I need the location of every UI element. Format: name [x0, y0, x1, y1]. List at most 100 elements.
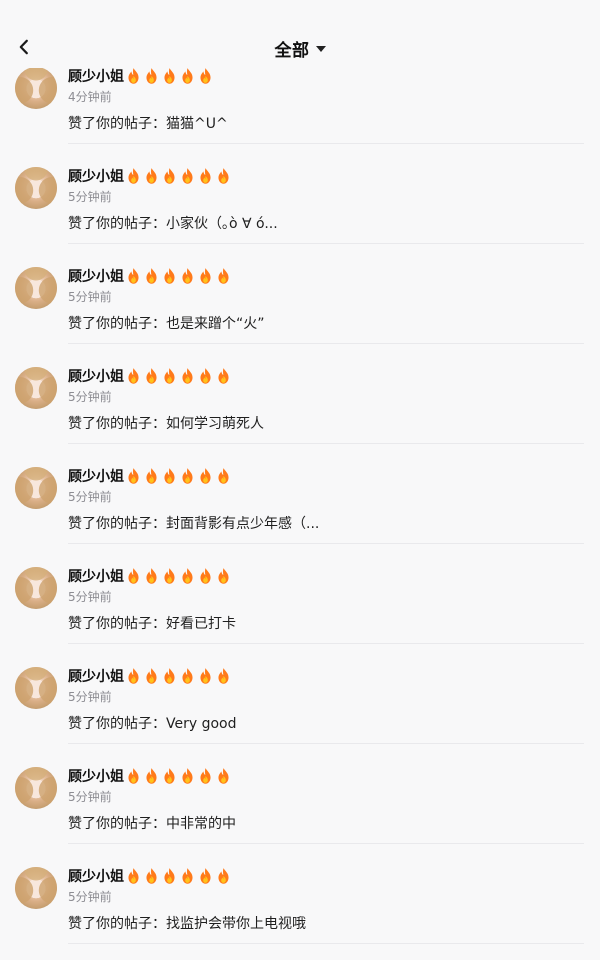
flame-icon	[162, 267, 180, 285]
notification-item[interactable]: 顾少小姐 5分钟前 赞了你的帖子：好看已打卡	[0, 567, 600, 667]
flame-icon	[162, 567, 180, 585]
flame-badges	[126, 167, 234, 185]
flame-badges	[126, 567, 234, 585]
flame-icon	[144, 567, 162, 585]
flame-icon	[216, 667, 234, 685]
divider	[68, 343, 584, 344]
flame-icon	[144, 867, 162, 885]
notification-text[interactable]: 赞了你的帖子：中非常的中	[68, 813, 236, 833]
flame-icon	[144, 367, 162, 385]
timestamp: 5分钟前	[68, 390, 112, 404]
notification-item[interactable]: 顾少小姐 5分钟前 赞了你的帖子：找监护会带你上电视哦	[0, 867, 600, 960]
notification-text[interactable]: 赞了你的帖子：小家伙（｡ò ∀ ó...	[68, 213, 278, 233]
flame-icon	[216, 167, 234, 185]
user-avatar[interactable]	[15, 167, 57, 209]
flame-icon	[126, 767, 144, 785]
flame-badges	[126, 267, 234, 285]
flame-badges	[126, 667, 234, 685]
flame-icon	[126, 667, 144, 685]
flame-icon	[216, 267, 234, 285]
user-name[interactable]: 顾少小姐	[68, 466, 124, 486]
flame-icon	[198, 67, 216, 85]
name-row: 顾少小姐	[68, 567, 234, 585]
user-name[interactable]: 顾少小姐	[68, 66, 124, 86]
user-avatar[interactable]	[15, 767, 57, 809]
user-name[interactable]: 顾少小姐	[68, 766, 124, 786]
divider	[68, 643, 584, 644]
flame-icon	[180, 367, 198, 385]
timestamp: 5分钟前	[68, 190, 112, 204]
flame-badges	[126, 467, 234, 485]
flame-icon	[144, 667, 162, 685]
user-name[interactable]: 顾少小姐	[68, 266, 124, 286]
flame-icon	[198, 467, 216, 485]
filter-dropdown[interactable]: 全部	[0, 36, 600, 61]
flame-icon	[144, 267, 162, 285]
user-name[interactable]: 顾少小姐	[68, 566, 124, 586]
flame-icon	[180, 567, 198, 585]
notification-text[interactable]: 赞了你的帖子：如何学习萌死人	[68, 413, 264, 433]
flame-icon	[216, 567, 234, 585]
user-avatar[interactable]	[15, 567, 57, 609]
flame-badges	[126, 867, 234, 885]
user-name[interactable]: 顾少小姐	[68, 866, 124, 886]
notification-item[interactable]: 顾少小姐 5分钟前赞了你的帖子：小家伙（｡ò ∀ ó...	[0, 167, 600, 267]
flame-icon	[216, 767, 234, 785]
notifications-screen: 顾少小姐 4分钟前 赞了你的帖子：猫猫^U^ 顾少小姐 5分钟前 赞了你的帖子：小家伙（｡…	[0, 0, 600, 960]
flame-icon	[198, 267, 216, 285]
flame-icon	[126, 167, 144, 185]
divider	[68, 843, 584, 844]
flame-icon	[144, 167, 162, 185]
name-row: 顾少小姐	[68, 467, 234, 485]
notification-item[interactable]: 顾少小姐 5分钟前 赞了你的帖子：Very good	[0, 667, 600, 767]
user-name[interactable]: 顾少小姐	[68, 366, 124, 386]
flame-badges	[126, 767, 234, 785]
notification-text[interactable]: 赞了你的帖子：猫猫^U^	[68, 113, 228, 133]
user-avatar[interactable]	[15, 67, 57, 109]
flame-icon	[198, 767, 216, 785]
user-avatar[interactable]	[15, 867, 57, 909]
flame-icon	[126, 867, 144, 885]
name-row: 顾少小姐	[68, 167, 234, 185]
flame-icon	[198, 667, 216, 685]
notification-text[interactable]: 赞了你的帖子：好看已打卡	[68, 613, 236, 633]
flame-icon	[126, 67, 144, 85]
flame-icon	[180, 467, 198, 485]
notification-item[interactable]: 顾少小姐 5分钟前 赞了你的帖子：封面背影有点少年感（...	[0, 467, 600, 567]
flame-icon	[144, 767, 162, 785]
flame-icon	[144, 467, 162, 485]
user-avatar[interactable]	[15, 367, 57, 409]
notification-text[interactable]: 赞了你的帖子：封面背影有点少年感（...	[68, 513, 319, 533]
flame-icon	[180, 767, 198, 785]
divider	[68, 543, 584, 544]
flame-icon	[216, 467, 234, 485]
name-row: 顾少小姐	[68, 267, 234, 285]
flame-icon	[180, 867, 198, 885]
flame-icon	[198, 867, 216, 885]
flame-icon	[144, 67, 162, 85]
flame-icon	[198, 367, 216, 385]
name-row: 顾少小姐	[68, 67, 216, 85]
timestamp: 5分钟前	[68, 290, 112, 304]
user-avatar[interactable]	[15, 267, 57, 309]
notification-text[interactable]: 赞了你的帖子：Very good	[68, 713, 237, 733]
user-avatar[interactable]	[15, 667, 57, 709]
flame-icon	[162, 167, 180, 185]
flame-badges	[126, 367, 234, 385]
notification-item[interactable]: 顾少小姐 5分钟前赞了你的帖子：也是来蹭个“火”	[0, 267, 600, 367]
flame-icon	[162, 467, 180, 485]
notification-item[interactable]: 顾少小姐 4分钟前 赞了你的帖子：猫猫^U^	[0, 67, 600, 167]
notification-item[interactable]: 顾少小姐 5分钟前 赞了你的帖子：中非常的中	[0, 767, 600, 867]
notification-text[interactable]: 赞了你的帖子：也是来蹭个“火”	[68, 313, 265, 333]
caret-down-icon	[315, 46, 326, 52]
flame-icon	[180, 67, 198, 85]
flame-icon	[162, 667, 180, 685]
divider	[68, 443, 584, 444]
user-name[interactable]: 顾少小姐	[68, 166, 124, 186]
flame-icon	[162, 867, 180, 885]
name-row: 顾少小姐	[68, 367, 234, 385]
user-name[interactable]: 顾少小姐	[68, 666, 124, 686]
notification-text[interactable]: 赞了你的帖子：找监护会带你上电视哦	[68, 913, 306, 933]
user-avatar[interactable]	[15, 467, 57, 509]
notification-item[interactable]: 顾少小姐 5分钟前赞了你的帖子：如何学习萌死人	[0, 367, 600, 467]
